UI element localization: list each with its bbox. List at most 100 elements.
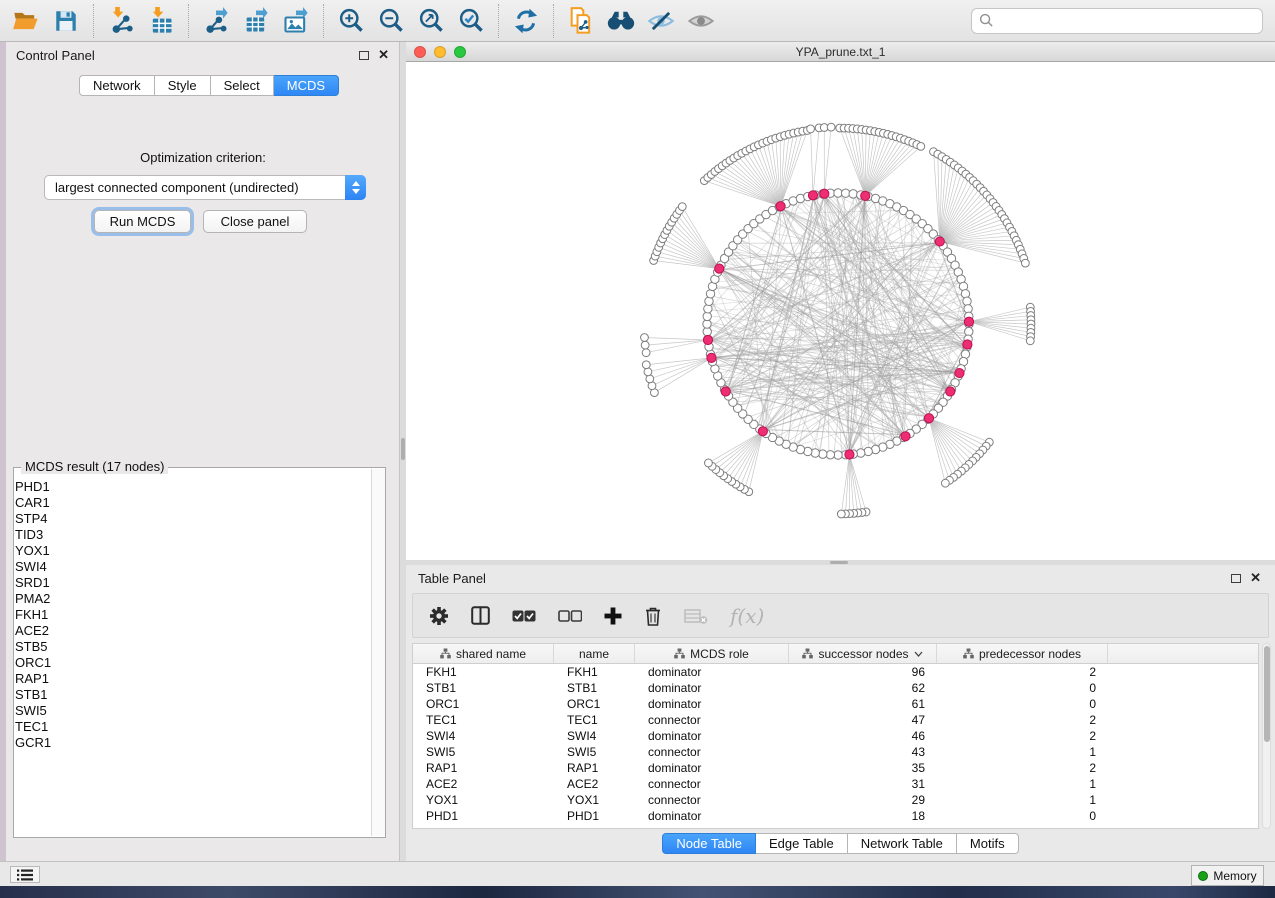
tab-select[interactable]: Select (211, 75, 274, 96)
window-close-light[interactable] (414, 46, 426, 58)
table-row[interactable]: YOX1YOX1connector291 (413, 792, 1258, 808)
result-node-item[interactable]: GCR1 (15, 735, 370, 751)
table-row[interactable]: ORC1ORC1dominator610 (413, 696, 1258, 712)
export-table-icon (242, 7, 270, 35)
desktop-wallpaper (0, 886, 1275, 898)
table-cell: dominator (635, 680, 789, 696)
zoom-selected-button[interactable] (451, 3, 491, 39)
float-panel-icon[interactable] (1231, 574, 1241, 583)
close-panel-button[interactable]: Close panel (203, 210, 307, 233)
save-button[interactable] (46, 3, 86, 39)
column-header-predecessor-nodes[interactable]: predecessor nodes (937, 644, 1108, 663)
result-node-item[interactable]: RAP1 (15, 671, 370, 687)
result-node-item[interactable]: PMA2 (15, 591, 370, 607)
optimization-criterion-select[interactable]: largest connected component (undirected) (44, 175, 366, 200)
tab-network[interactable]: Network (79, 75, 155, 96)
zoom-out-button[interactable] (371, 3, 411, 39)
close-panel-icon[interactable]: ✕ (378, 50, 389, 60)
run-mcds-button[interactable]: Run MCDS (94, 210, 191, 233)
search-field[interactable] (971, 8, 1263, 34)
column-header-name[interactable]: name (554, 644, 635, 663)
tab-network-table[interactable]: Network Table (848, 833, 957, 854)
tab-motifs[interactable]: Motifs (957, 833, 1019, 854)
column-header-shared-name[interactable]: shared name (413, 644, 554, 663)
mcds-result-list[interactable]: PHD1CAR1STP4TID3YOX1SWI4SRD1PMA2FKH1ACE2… (15, 479, 370, 831)
table-cell: 47 (789, 712, 937, 728)
add-column-button[interactable] (604, 607, 622, 625)
refresh-button[interactable] (506, 3, 546, 39)
table-row[interactable]: ACE2ACE2connector311 (413, 776, 1258, 792)
table-row[interactable]: FKH1FKH1dominator962 (413, 664, 1258, 680)
result-list-scrollbar[interactable] (371, 469, 385, 836)
result-node-item[interactable]: CAR1 (15, 495, 370, 511)
export-network-button[interactable] (196, 3, 236, 39)
result-node-item[interactable]: SRD1 (15, 575, 370, 591)
result-node-item[interactable]: SWI4 (15, 559, 370, 575)
table-scrollbar-thumb[interactable] (1264, 646, 1270, 742)
column-header-MCDS-role[interactable]: MCDS role (635, 644, 789, 663)
column-label: successor nodes (818, 647, 908, 661)
result-node-item[interactable]: TID3 (15, 527, 370, 543)
network-canvas[interactable] (406, 62, 1275, 560)
search-network-button[interactable] (601, 3, 641, 39)
result-node-item[interactable]: ORC1 (15, 655, 370, 671)
result-node-item[interactable]: TEC1 (15, 719, 370, 735)
network-window-titlebar[interactable]: YPA_prune.txt_1 (406, 42, 1275, 62)
table-cell: ACE2 (413, 776, 554, 792)
delete-columns-button[interactable] (644, 606, 662, 626)
float-panel-icon[interactable] (359, 51, 369, 60)
refresh-icon (512, 7, 540, 35)
result-node-item[interactable]: STB1 (15, 687, 370, 703)
tab-node-table[interactable]: Node Table (662, 833, 756, 854)
status-bar (0, 861, 1275, 886)
node-table: shared namenameMCDS role successor nodes p… (412, 643, 1259, 829)
column-header-successor-nodes[interactable]: successor nodes (789, 644, 937, 663)
table-row[interactable]: RAP1RAP1dominator352 (413, 760, 1258, 776)
split-columns-button[interactable] (471, 606, 490, 625)
copy-network-button[interactable] (561, 3, 601, 39)
result-node-item[interactable]: FKH1 (15, 607, 370, 623)
zoom-fit-button[interactable] (411, 3, 451, 39)
zoom-in-button[interactable] (331, 3, 371, 39)
select-all-rows-button[interactable] (512, 609, 536, 623)
memory-button[interactable]: Memory (1191, 865, 1264, 886)
result-node-item[interactable]: YOX1 (15, 543, 370, 559)
vertical-splitter-grip[interactable] (401, 438, 405, 460)
import-table-button[interactable] (141, 3, 181, 39)
result-node-item[interactable]: STB5 (15, 639, 370, 655)
result-node-item[interactable]: ACE2 (15, 623, 370, 639)
table-row[interactable]: SWI5SWI5connector431 (413, 744, 1258, 760)
horizontal-splitter-grip[interactable] (830, 561, 848, 564)
tab-mcds[interactable]: MCDS (274, 75, 339, 96)
unselect-all-rows-button[interactable] (558, 609, 582, 623)
export-image-button[interactable] (276, 3, 316, 39)
window-maximize-light[interactable] (454, 46, 466, 58)
task-history-button[interactable] (10, 866, 40, 883)
table-row[interactable]: PHD1PHD1dominator180 (413, 808, 1258, 824)
table-row[interactable]: SWI4SWI4dominator462 (413, 728, 1258, 744)
close-panel-icon[interactable]: ✕ (1250, 573, 1261, 583)
search-input[interactable] (999, 13, 1255, 28)
table-row[interactable]: STB1STB1dominator620 (413, 680, 1258, 696)
window-minimize-light[interactable] (434, 46, 446, 58)
result-node-item[interactable]: STP4 (15, 511, 370, 527)
table-panel-title: Table Panel (418, 571, 486, 586)
table-row[interactable]: TEC1TEC1connector472 (413, 712, 1258, 728)
result-node-item[interactable]: SWI5 (15, 703, 370, 719)
table-cell: YOX1 (413, 792, 554, 808)
tab-edge-table[interactable]: Edge Table (756, 833, 848, 854)
hide-selected-button[interactable] (641, 3, 681, 39)
table-cell: 35 (789, 760, 937, 776)
export-table-button[interactable] (236, 3, 276, 39)
select-all-icon (512, 609, 536, 623)
gear-button[interactable] (429, 606, 449, 626)
result-node-item[interactable]: PHD1 (15, 479, 370, 495)
control-panel-tabs: NetworkStyleSelectMCDS (79, 75, 339, 96)
tab-style[interactable]: Style (155, 75, 211, 96)
table-cell: YOX1 (554, 792, 635, 808)
show-all-button[interactable] (681, 3, 721, 39)
open-folder-button[interactable] (6, 3, 46, 39)
table-scrollbar[interactable] (1262, 643, 1271, 829)
import-network-button[interactable] (101, 3, 141, 39)
table-cell: TEC1 (413, 712, 554, 728)
